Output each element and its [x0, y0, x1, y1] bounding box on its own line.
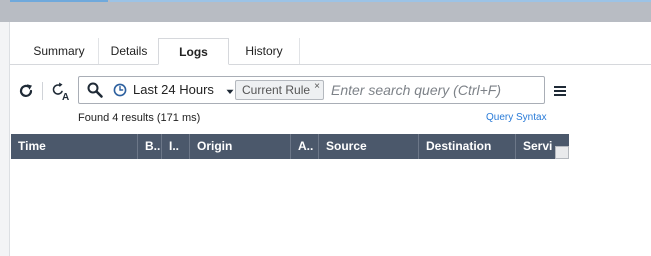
tab-details[interactable]: Details — [99, 38, 159, 64]
column-header-time[interactable]: Time — [11, 134, 138, 159]
auto-refresh-icon[interactable]: A — [49, 80, 71, 102]
table-corner-scroll[interactable] — [555, 146, 569, 159]
filter-chip-label: Current Rule — [242, 83, 311, 97]
menu-icon[interactable] — [551, 81, 569, 101]
query-box: Last 24 Hours Current Rule × — [78, 76, 545, 104]
tab-history[interactable]: History — [229, 38, 300, 64]
tab-logs[interactable]: Logs — [158, 38, 229, 65]
log-table-header: Time B.. I.. Origin A.. Source Destinati… — [11, 134, 569, 159]
results-summary: Found 4 results (171 ms) — [78, 112, 201, 124]
column-header-source[interactable]: Source — [319, 134, 419, 159]
top-tab-indicator — [10, 0, 108, 2]
column-header-i[interactable]: I.. — [162, 134, 190, 159]
time-range-label: Last 24 Hours — [133, 82, 214, 97]
chevron-down-icon — [226, 78, 234, 104]
toolbar-divider — [42, 82, 43, 100]
top-strip — [110, 0, 651, 2]
clock-icon[interactable] — [112, 82, 128, 98]
filter-chip[interactable]: Current Rule × — [235, 80, 324, 100]
window-top-bar — [0, 0, 651, 22]
column-header-a[interactable]: A.. — [291, 134, 319, 159]
left-pane — [0, 22, 10, 256]
tab-bar: Summary Details Logs History — [10, 38, 651, 65]
query-syntax-link[interactable]: Query Syntax — [486, 112, 547, 123]
search-icon[interactable] — [85, 80, 105, 100]
tab-summary[interactable]: Summary — [20, 38, 99, 64]
time-range-selector[interactable]: Last 24 Hours — [133, 77, 234, 103]
close-icon[interactable]: × — [314, 78, 320, 96]
svg-text:A: A — [62, 92, 69, 102]
column-header-destination[interactable]: Destination — [419, 134, 516, 159]
column-header-b[interactable]: B.. — [138, 134, 162, 159]
log-toolbar: A Last 24 Hours Current Rule × — [10, 74, 570, 108]
column-header-origin[interactable]: Origin — [190, 134, 291, 159]
refresh-icon[interactable] — [16, 81, 36, 101]
search-input[interactable] — [331, 79, 536, 101]
